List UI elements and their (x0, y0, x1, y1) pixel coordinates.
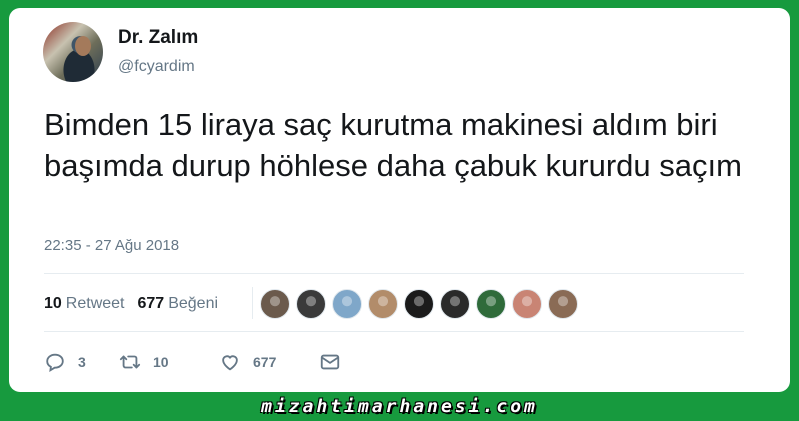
avatar-face (75, 36, 91, 56)
retweet-button[interactable]: 10 (119, 351, 219, 373)
site-watermark: mizahtimarhanesi.com (261, 396, 538, 417)
heart-icon (219, 351, 241, 373)
stats-separator (252, 287, 253, 319)
retweet-count: 10 (153, 354, 169, 370)
like-stat[interactable]: 677 Beğeni (138, 295, 219, 313)
tweet-timestamp[interactable]: 22:35 - 27 Ağu 2018 (44, 237, 179, 254)
reply-count: 3 (78, 354, 86, 370)
reply-icon (44, 351, 66, 373)
liker-avatar[interactable] (548, 289, 578, 319)
retweet-stat-label: Retweet (65, 295, 125, 312)
tweet-card: Dr. Zalım @fcyardim Bimden 15 liraya saç… (9, 8, 790, 392)
liker-avatar[interactable] (296, 289, 326, 319)
retweet-stat-count: 10 (44, 295, 62, 312)
liker-avatar[interactable] (404, 289, 434, 319)
tweet-actions: 3 10 677 (44, 351, 341, 373)
avatar[interactable] (43, 22, 103, 82)
author-name[interactable]: Dr. Zalım (118, 27, 198, 49)
liker-avatar[interactable] (512, 289, 542, 319)
liker-avatar[interactable] (440, 289, 470, 319)
like-stat-label: Beğeni (168, 295, 219, 312)
direct-message-button[interactable] (319, 351, 341, 373)
divider (44, 273, 744, 274)
liker-avatars (260, 289, 584, 319)
like-count: 677 (253, 354, 277, 370)
tweet-stats: 10 Retweet 677 Beğeni (44, 295, 218, 313)
liker-avatar[interactable] (476, 289, 506, 319)
liker-avatar[interactable] (332, 289, 362, 319)
tweet-text: Bimden 15 liraya saç kurutma makinesi al… (44, 107, 742, 183)
reply-button[interactable]: 3 (44, 351, 119, 373)
liker-avatar[interactable] (260, 289, 290, 319)
divider (44, 331, 744, 332)
liker-avatar[interactable] (368, 289, 398, 319)
envelope-icon (319, 351, 341, 373)
author-handle[interactable]: @fcyardim (118, 58, 195, 76)
retweet-stat[interactable]: 10 Retweet (44, 295, 125, 313)
like-stat-count: 677 (137, 295, 165, 312)
retweet-icon (119, 351, 141, 373)
like-button[interactable]: 677 (219, 351, 319, 373)
